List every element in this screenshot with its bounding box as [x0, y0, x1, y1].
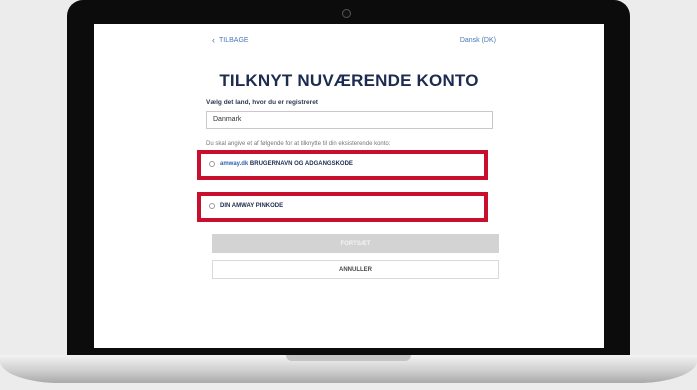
option-pincode[interactable]: DIN AMWAY PINKODE [209, 203, 283, 209]
highlight-frame-username: amway.dk BRUGERNAVN OG ADGANGSKODE [197, 150, 488, 180]
option-label: DIN AMWAY PINKODE [220, 203, 284, 209]
country-label: Vælg det land, hvor du er registreret [206, 99, 318, 106]
back-label: TILBAGE [219, 37, 249, 44]
camera-icon [342, 9, 351, 18]
laptop-notch [286, 355, 411, 361]
page-title: TILKNYT NUVÆRENDE KONTO [219, 71, 479, 90]
option-label: amway.dk BRUGERNAVN OG ADGANGSKODE [220, 161, 353, 167]
language-selector[interactable]: Dansk (DK) [460, 37, 496, 44]
highlight-frame-pincode: DIN AMWAY PINKODE [197, 192, 488, 222]
continue-button[interactable]: FORTSÆT [212, 234, 499, 253]
option-username-password[interactable]: amway.dk BRUGERNAVN OG ADGANGSKODE [209, 161, 353, 167]
country-select[interactable]: Danmark [206, 111, 493, 129]
back-link[interactable]: ‹ TILBAGE [212, 35, 249, 45]
chevron-left-icon: ‹ [212, 35, 215, 45]
screen: ‹ TILBAGE Dansk (DK) TILKNYT NUVÆRENDE K… [94, 24, 604, 348]
radio-icon[interactable] [209, 203, 215, 209]
instruction-text: Du skal angive et af følgende for at til… [206, 141, 391, 147]
cancel-button[interactable]: ANNULLER [212, 260, 499, 279]
brand-link: amway.dk [220, 161, 249, 167]
radio-icon[interactable] [209, 161, 215, 167]
